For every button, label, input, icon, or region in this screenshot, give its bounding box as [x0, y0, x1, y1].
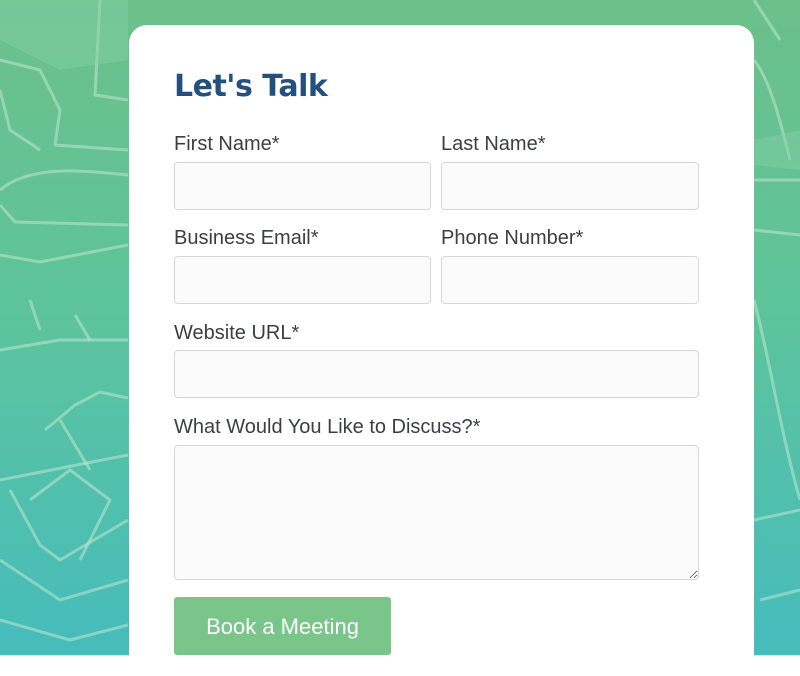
website-url-input[interactable] [174, 350, 699, 398]
contact-form-card: Let's Talk First Name* Last Name* Busine… [129, 25, 754, 665]
phone-number-input[interactable] [441, 256, 699, 304]
last-name-label: Last Name* [441, 133, 546, 155]
form-title: Let's Talk [174, 69, 328, 104]
first-name-input[interactable] [174, 162, 431, 210]
website-url-label: Website URL* [174, 322, 300, 344]
business-email-input[interactable] [174, 256, 431, 304]
last-name-input[interactable] [441, 162, 699, 210]
book-meeting-button[interactable]: Book a Meeting [174, 597, 391, 655]
phone-number-label: Phone Number* [441, 227, 584, 249]
discuss-label: What Would You Like to Discuss?* [174, 416, 481, 438]
discuss-textarea[interactable] [174, 445, 699, 580]
business-email-label: Business Email* [174, 227, 319, 249]
first-name-label: First Name* [174, 133, 280, 155]
